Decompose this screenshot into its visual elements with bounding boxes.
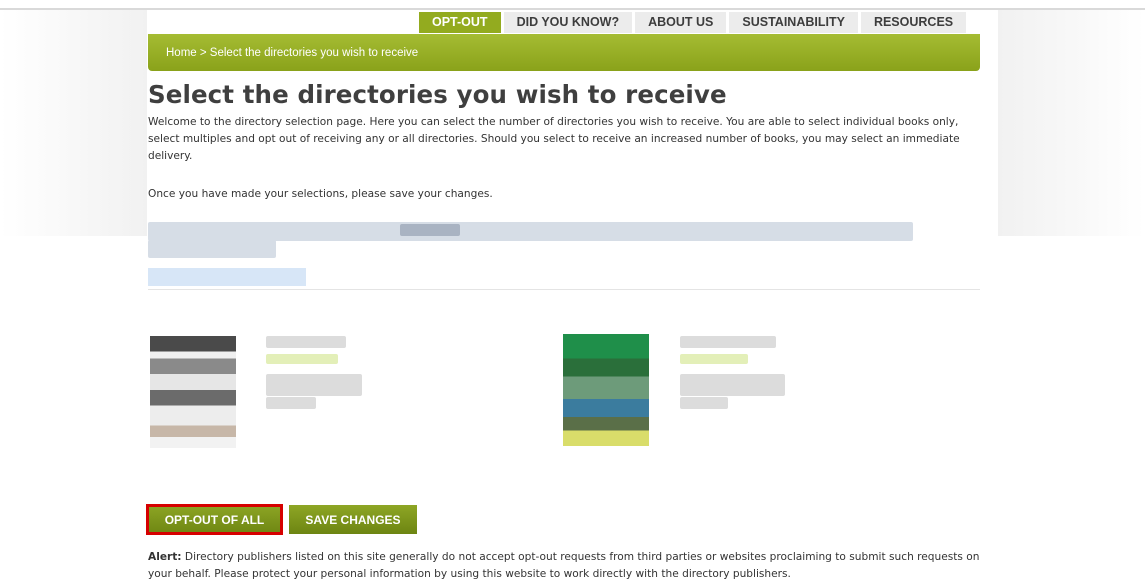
redacted-text-line-1	[148, 222, 913, 241]
tab-sustainability[interactable]: SUSTAINABILITY	[729, 12, 858, 33]
breadcrumb-current: Select the directories you wish to recei…	[209, 46, 419, 59]
breadcrumb-separator: >	[196, 46, 210, 59]
directory-details-redacted	[266, 397, 316, 409]
tab-about-us[interactable]: ABOUT US	[635, 12, 727, 33]
tab-opt-out[interactable]: OPT-OUT	[419, 12, 501, 33]
directory-title-redacted	[266, 336, 346, 348]
directory-details-redacted	[680, 374, 785, 396]
directory-cover-image	[563, 334, 649, 446]
directory-subtitle-redacted	[266, 354, 338, 364]
alert-text: Directory publishers listed on this site…	[148, 551, 980, 580]
redacted-text-accent	[400, 224, 460, 236]
directory-subtitle-redacted	[680, 354, 748, 364]
redacted-text-line-2	[148, 240, 276, 258]
section-divider	[148, 289, 980, 290]
opt-out-all-button[interactable]: OPT-OUT OF ALL	[146, 504, 283, 535]
tab-did-you-know[interactable]: DID YOU KNOW?	[503, 12, 633, 33]
intro-text: Welcome to the directory selection page.…	[148, 116, 960, 162]
breadcrumb-home-link[interactable]: Home	[166, 47, 197, 59]
save-note: Once you have made your selections, plea…	[148, 188, 493, 200]
redacted-link[interactable]	[148, 268, 306, 286]
directory-details-redacted	[266, 374, 362, 396]
tab-resources[interactable]: RESOURCES	[860, 12, 967, 33]
top-rule	[0, 8, 1145, 10]
alert-message: Alert: Directory publishers listed on th…	[148, 549, 988, 583]
page-title: Select the directories you wish to recei…	[148, 80, 727, 109]
left-shade	[0, 10, 147, 236]
save-changes-button[interactable]: SAVE CHANGES	[289, 505, 417, 534]
directory-details-redacted	[680, 397, 728, 409]
right-shade	[998, 10, 1145, 236]
main-nav: OPT-OUT DID YOU KNOW? ABOUT US SUSTAINAB…	[419, 12, 967, 33]
breadcrumb: Home > Select the directories you wish t…	[166, 47, 418, 59]
directory-cover-image	[150, 336, 236, 448]
breadcrumb-bar: Home > Select the directories you wish t…	[148, 34, 980, 71]
alert-label: Alert:	[148, 551, 182, 563]
directory-title-redacted	[680, 336, 776, 348]
